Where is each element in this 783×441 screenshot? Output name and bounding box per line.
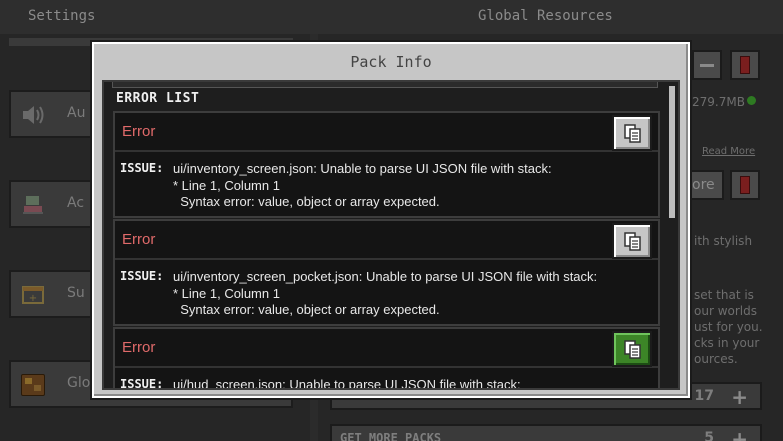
previous-section-edge	[112, 82, 658, 88]
error-list-scroll-area[interactable]: ERROR LIST Error ISSUE: ui/inventory_scr…	[102, 80, 680, 390]
read-more-link[interactable]: Read More	[702, 146, 755, 157]
pack-description-1: ith stylish	[694, 234, 753, 248]
issue-label: ISSUE:	[120, 269, 164, 283]
copy-button-active[interactable]	[612, 331, 652, 367]
plus-icon: +	[731, 385, 748, 409]
subtitles-icon: +	[21, 284, 45, 306]
copy-button[interactable]	[612, 115, 652, 151]
issue-label: ISSUE:	[120, 161, 164, 175]
get-more-packs-label: GET MORE PACKS	[340, 431, 442, 441]
issue-label: ISSUE:	[120, 377, 164, 390]
error-title: Error	[122, 231, 156, 248]
dialog-title: Pack Info	[350, 53, 432, 71]
copy-icon	[624, 232, 641, 251]
copy-button[interactable]	[612, 223, 652, 259]
issue-text: ui/hud_screen.json: Unable to parse UI J…	[173, 377, 521, 390]
scrollbar-thumb[interactable]	[669, 86, 675, 218]
sidebar-item-label: Glo	[67, 375, 91, 391]
error-card: Error ISSUE: ui/inventory_screen_pocket.…	[113, 219, 660, 326]
error-card-header: Error	[115, 221, 658, 260]
accessibility-icon	[21, 194, 45, 216]
settings-title: Settings	[28, 8, 96, 24]
issue-text: ui/inventory_screen.json: Unable to pars…	[173, 161, 552, 209]
svg-text:+: +	[29, 293, 37, 304]
status-dot	[747, 96, 756, 105]
copy-icon	[624, 124, 641, 143]
error-card: Error ISSUE: ui/hud_screen.json: Unable …	[113, 327, 660, 390]
sidebar-item-label: Au	[67, 105, 86, 121]
error-card: Error ISSUE: ui/inventory_screen.json: U…	[113, 111, 660, 218]
delete-button-2[interactable]	[730, 170, 760, 200]
pack-count-2: 5	[704, 430, 714, 441]
error-list-header: ERROR LIST	[116, 91, 200, 106]
pack-info-dialog: Pack Info ERROR LIST Error ISSUE: ui/inv…	[92, 42, 690, 398]
pack-description-2: set that is	[694, 288, 754, 302]
get-more-packs-bar[interactable]: GET MORE PACKS 5 +	[330, 424, 762, 441]
global-resources-icon	[21, 374, 45, 396]
global-resources-title: Global Resources	[478, 8, 613, 24]
error-title: Error	[122, 123, 156, 140]
pack-description-6: ources.	[694, 352, 738, 366]
pack-description-5: cks in your	[694, 336, 760, 350]
sidebar-item-label: Ac	[67, 195, 85, 211]
pack-size: 279.7MB	[692, 95, 745, 109]
pack-count: 17	[694, 388, 714, 404]
delete-button[interactable]	[730, 50, 760, 80]
pack-description-4: ust for you.	[694, 320, 763, 334]
speaker-icon	[21, 104, 45, 126]
minus-button[interactable]	[692, 50, 722, 80]
error-card-header: Error	[115, 329, 658, 368]
plus-icon: +	[731, 427, 748, 441]
error-title: Error	[122, 339, 156, 356]
pack-description-3: our worlds	[694, 304, 757, 318]
copy-icon	[624, 340, 641, 359]
background-header: Settings Global Resources	[0, 0, 783, 34]
sidebar-item-label: Su	[67, 285, 85, 301]
error-card-header: Error	[115, 113, 658, 152]
more-button[interactable]: ore	[688, 170, 724, 200]
issue-text: ui/inventory_screen_pocket.json: Unable …	[173, 269, 598, 317]
